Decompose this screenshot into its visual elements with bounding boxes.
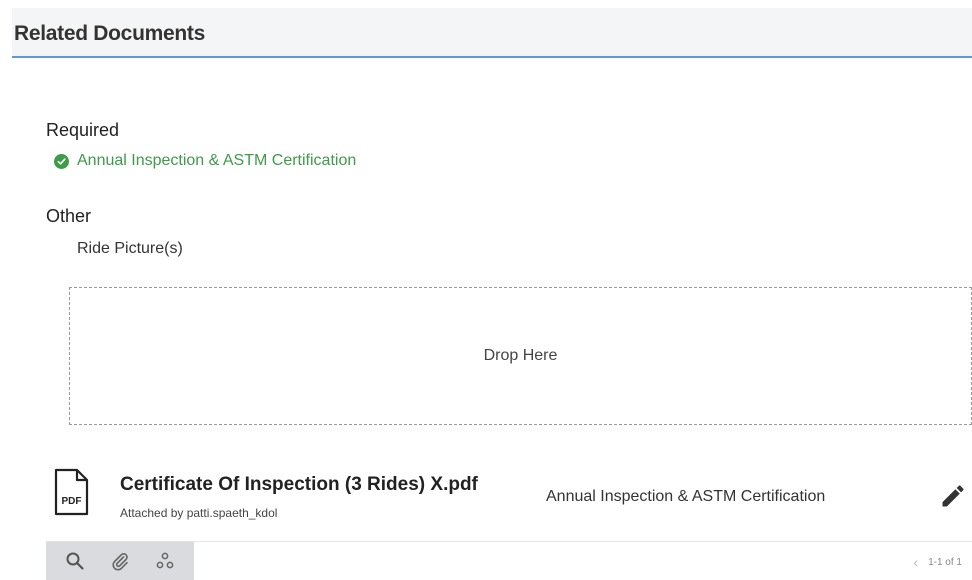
group-icon[interactable] — [152, 548, 178, 574]
attachment-footer: ‹ 1-1 of 1 — [46, 541, 972, 580]
panel-header: Related Documents — [12, 8, 972, 58]
panel-title: Related Documents — [14, 22, 205, 45]
drop-zone-label: Drop Here — [483, 347, 558, 364]
pdf-icon-label: PDF — [62, 496, 82, 507]
attachment-category: Annual Inspection & ASTM Certification — [546, 488, 826, 505]
other-document-item[interactable]: Ride Picture(s) — [77, 240, 183, 258]
check-circle-icon — [54, 153, 69, 169]
attachment-row[interactable]: PDF Certificate Of Inspection (3 Rides) … — [46, 466, 972, 540]
pencil-icon[interactable] — [939, 482, 967, 510]
required-document-label: Annual Inspection & ASTM Certification — [77, 152, 357, 169]
required-section-label: Required — [46, 120, 120, 140]
other-section-label: Other — [46, 206, 92, 226]
attachment-attached-by: Attached by patti.spaeth_kdol — [120, 506, 278, 520]
search-icon[interactable] — [62, 548, 88, 574]
pagination: ‹ 1-1 of 1 — [913, 554, 962, 570]
paperclip-icon[interactable] — [107, 548, 133, 574]
chevron-left-icon[interactable]: ‹ — [913, 554, 918, 570]
pagination-text: 1-1 of 1 — [928, 556, 962, 568]
attachment-file-name[interactable]: Certificate Of Inspection (3 Rides) X.pd… — [120, 474, 478, 496]
footer-toolbar — [46, 542, 194, 580]
required-document-item[interactable]: Annual Inspection & ASTM Certification — [54, 152, 356, 170]
file-drop-zone[interactable]: Drop Here — [69, 287, 972, 425]
related-documents-panel: Related Documents Required Annual Inspec… — [0, 0, 972, 580]
pdf-file-icon: PDF — [52, 468, 90, 516]
